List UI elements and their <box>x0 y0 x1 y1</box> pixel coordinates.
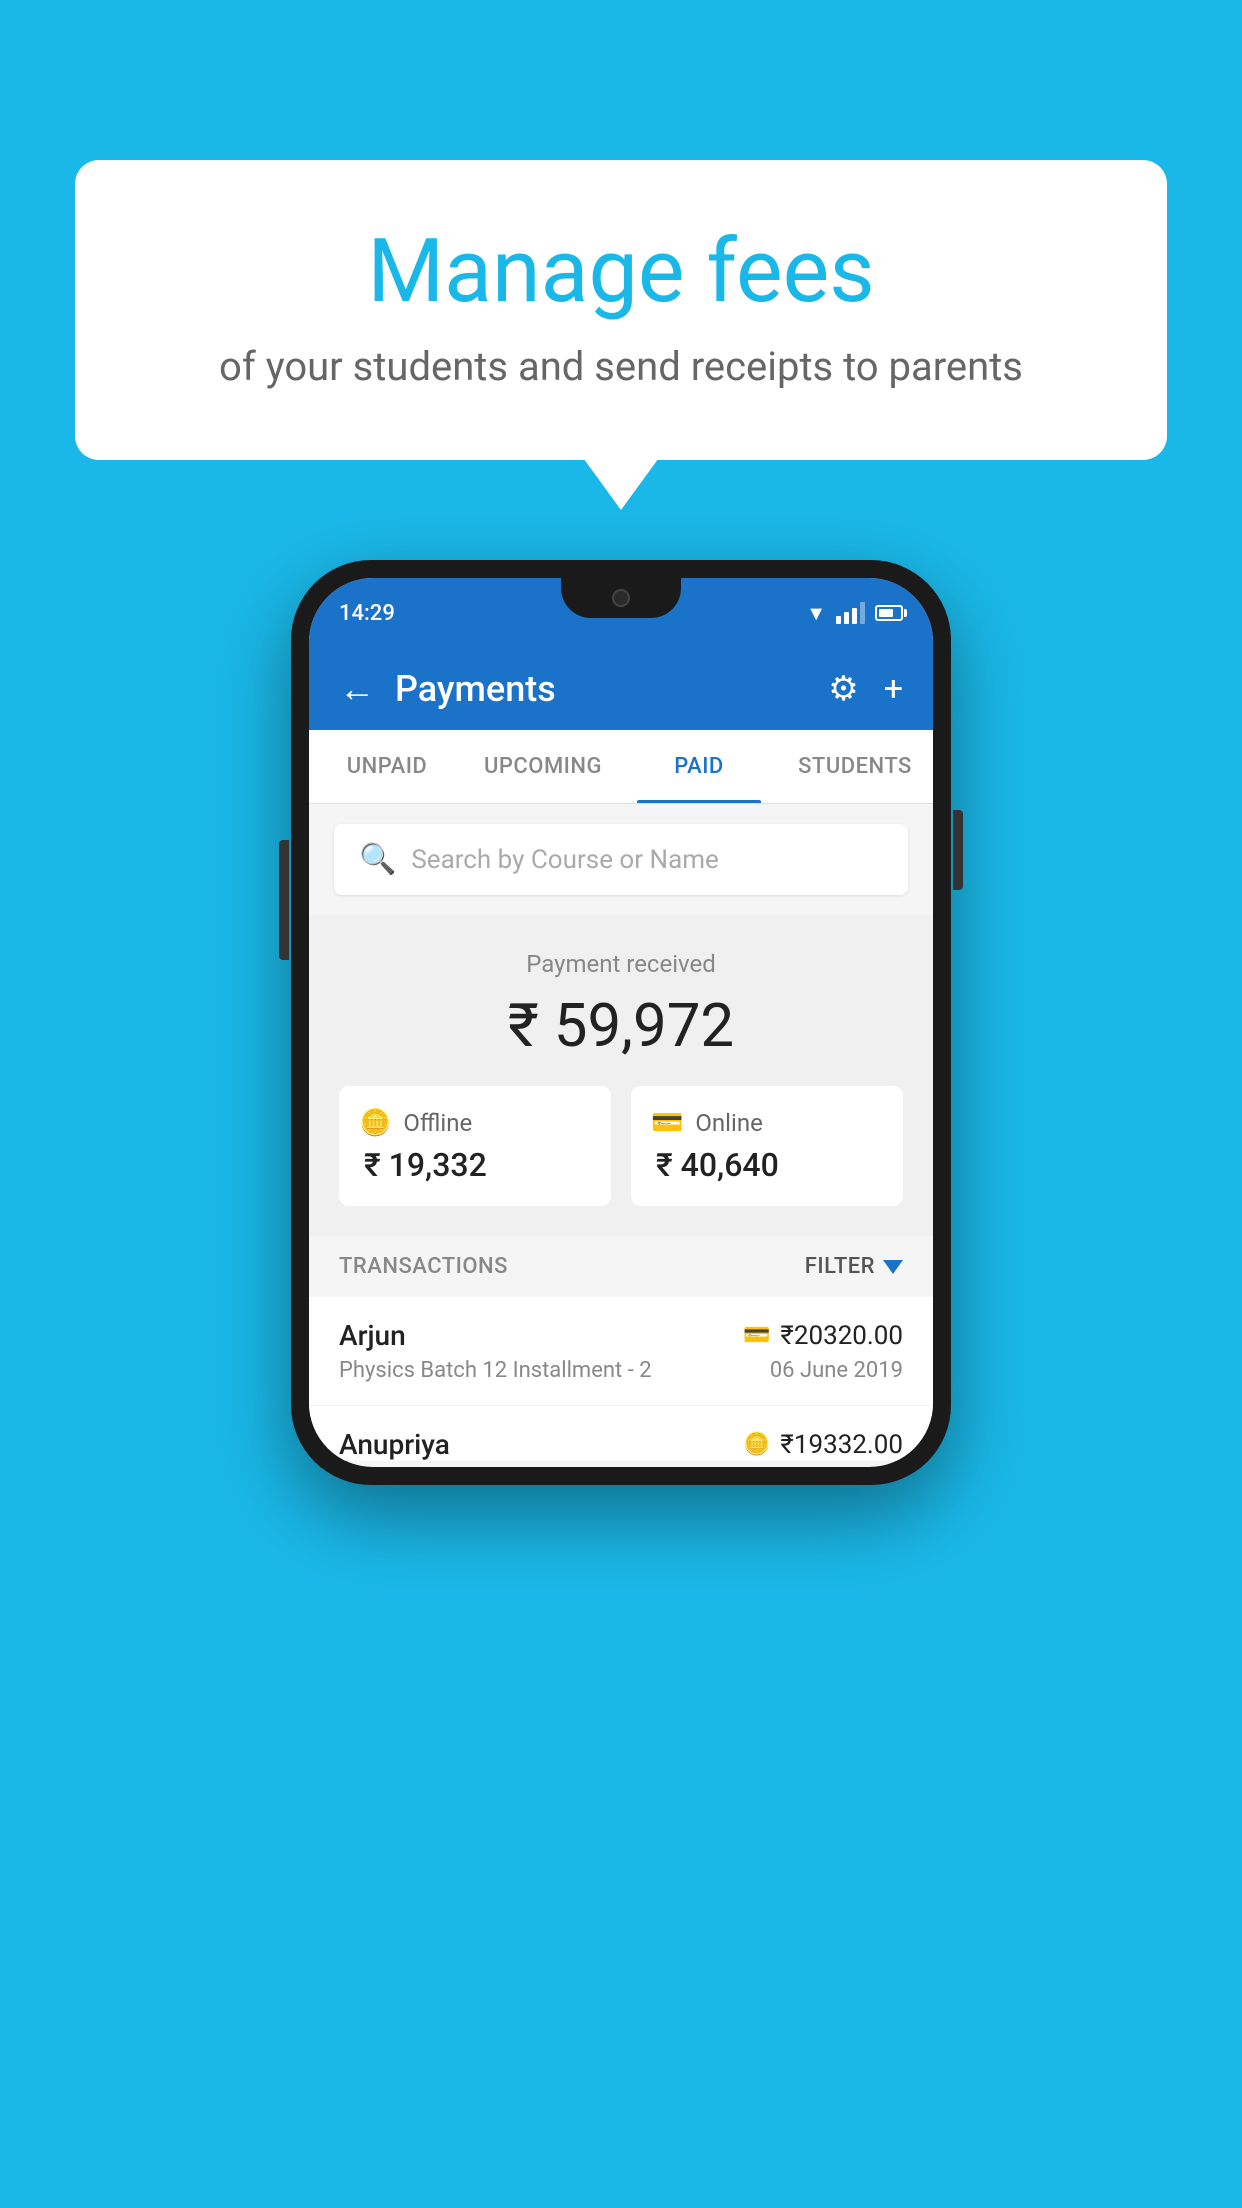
online-label: Online <box>695 1109 762 1137</box>
tab-unpaid[interactable]: UNPAID <box>309 730 465 803</box>
battery-icon <box>875 605 903 621</box>
filter-label: FILTER <box>805 1254 875 1279</box>
status-bar: 14:29 ▼ <box>309 578 933 648</box>
transaction-top-anupriya: Anupriya 🪙 ₹19332.00 <box>339 1428 903 1461</box>
app-header: ← Payments ⚙ + <box>309 648 933 730</box>
status-icons: ▼ <box>806 601 903 626</box>
transaction-row[interactable]: Arjun 💳 ₹20320.00 Physics Batch 12 Insta… <box>309 1297 933 1406</box>
payment-summary: Payment received ₹ 59,972 🪙 Offline ₹ 19… <box>309 915 933 1236</box>
offline-card: 🪙 Offline ₹ 19,332 <box>339 1086 611 1206</box>
wifi-icon: ▼ <box>806 601 826 626</box>
transactions-header: TRANSACTIONS FILTER <box>309 1236 933 1297</box>
offline-amount: ₹ 19,332 <box>359 1146 591 1184</box>
cash-method-icon: 🪙 <box>743 1432 770 1457</box>
transaction-right-anupriya: 🪙 ₹19332.00 <box>743 1430 903 1460</box>
transaction-amount-arjun: ₹20320.00 <box>780 1321 903 1351</box>
back-button[interactable]: ← <box>339 671 375 707</box>
student-name-arjun: Arjun <box>339 1319 406 1352</box>
transactions-label: TRANSACTIONS <box>339 1254 508 1279</box>
transaction-right-arjun: 💳 ₹20320.00 <box>743 1321 903 1351</box>
search-container: 🔍 Search by Course or Name <box>309 804 933 915</box>
speech-bubble: Manage fees of your students and send re… <box>75 160 1167 460</box>
status-time: 14:29 <box>339 601 395 626</box>
payment-cards: 🪙 Offline ₹ 19,332 💳 Online ₹ 40,640 <box>339 1086 903 1206</box>
page-title: Payments <box>395 668 556 710</box>
phone-screen: 14:29 ▼ <box>309 578 933 1467</box>
tab-upcoming[interactable]: UPCOMING <box>465 730 621 803</box>
search-placeholder: Search by Course or Name <box>411 845 718 875</box>
tab-paid[interactable]: PAID <box>621 730 777 803</box>
online-amount: ₹ 40,640 <box>651 1146 883 1184</box>
offline-label: Offline <box>403 1109 472 1137</box>
online-card-header: 💳 Online <box>651 1108 883 1138</box>
offline-card-header: 🪙 Offline <box>359 1108 591 1138</box>
transaction-top-arjun: Arjun 💳 ₹20320.00 <box>339 1319 903 1352</box>
transaction-date-arjun: 06 June 2019 <box>770 1358 903 1383</box>
bubble-title: Manage fees <box>125 220 1117 323</box>
tab-bar: UNPAID UPCOMING PAID STUDENTS <box>309 730 933 804</box>
card-payment-icon: 💳 <box>651 1108 683 1138</box>
add-button[interactable]: + <box>884 669 903 709</box>
header-left: ← Payments <box>339 668 556 710</box>
card-method-icon: 💳 <box>743 1323 770 1348</box>
payment-received-label: Payment received <box>339 950 903 978</box>
cash-icon: 🪙 <box>359 1108 391 1138</box>
notch-cutout <box>561 578 681 618</box>
signal-bars <box>836 602 865 624</box>
filter-icon <box>883 1260 903 1274</box>
student-name-anupriya: Anupriya <box>339 1428 450 1461</box>
filter-button[interactable]: FILTER <box>805 1254 903 1279</box>
phone-mockup: 14:29 ▼ <box>291 560 951 1485</box>
payment-total-amount: ₹ 59,972 <box>339 990 903 1061</box>
phone-outer: 14:29 ▼ <box>291 560 951 1485</box>
tab-students[interactable]: STUDENTS <box>777 730 933 803</box>
settings-icon[interactable]: ⚙ <box>828 669 858 709</box>
search-bar[interactable]: 🔍 Search by Course or Name <box>334 824 908 895</box>
transaction-amount-anupriya: ₹19332.00 <box>780 1430 903 1460</box>
transaction-bottom-arjun: Physics Batch 12 Installment - 2 06 June… <box>339 1358 903 1383</box>
camera-dot <box>612 589 630 607</box>
course-detail-arjun: Physics Batch 12 Installment - 2 <box>339 1358 652 1383</box>
header-right: ⚙ + <box>828 669 903 709</box>
bubble-subtitle: of your students and send receipts to pa… <box>125 343 1117 390</box>
transaction-row-partial[interactable]: Anupriya 🪙 ₹19332.00 <box>309 1406 933 1461</box>
search-icon: 🔍 <box>359 842 396 877</box>
online-card: 💳 Online ₹ 40,640 <box>631 1086 903 1206</box>
